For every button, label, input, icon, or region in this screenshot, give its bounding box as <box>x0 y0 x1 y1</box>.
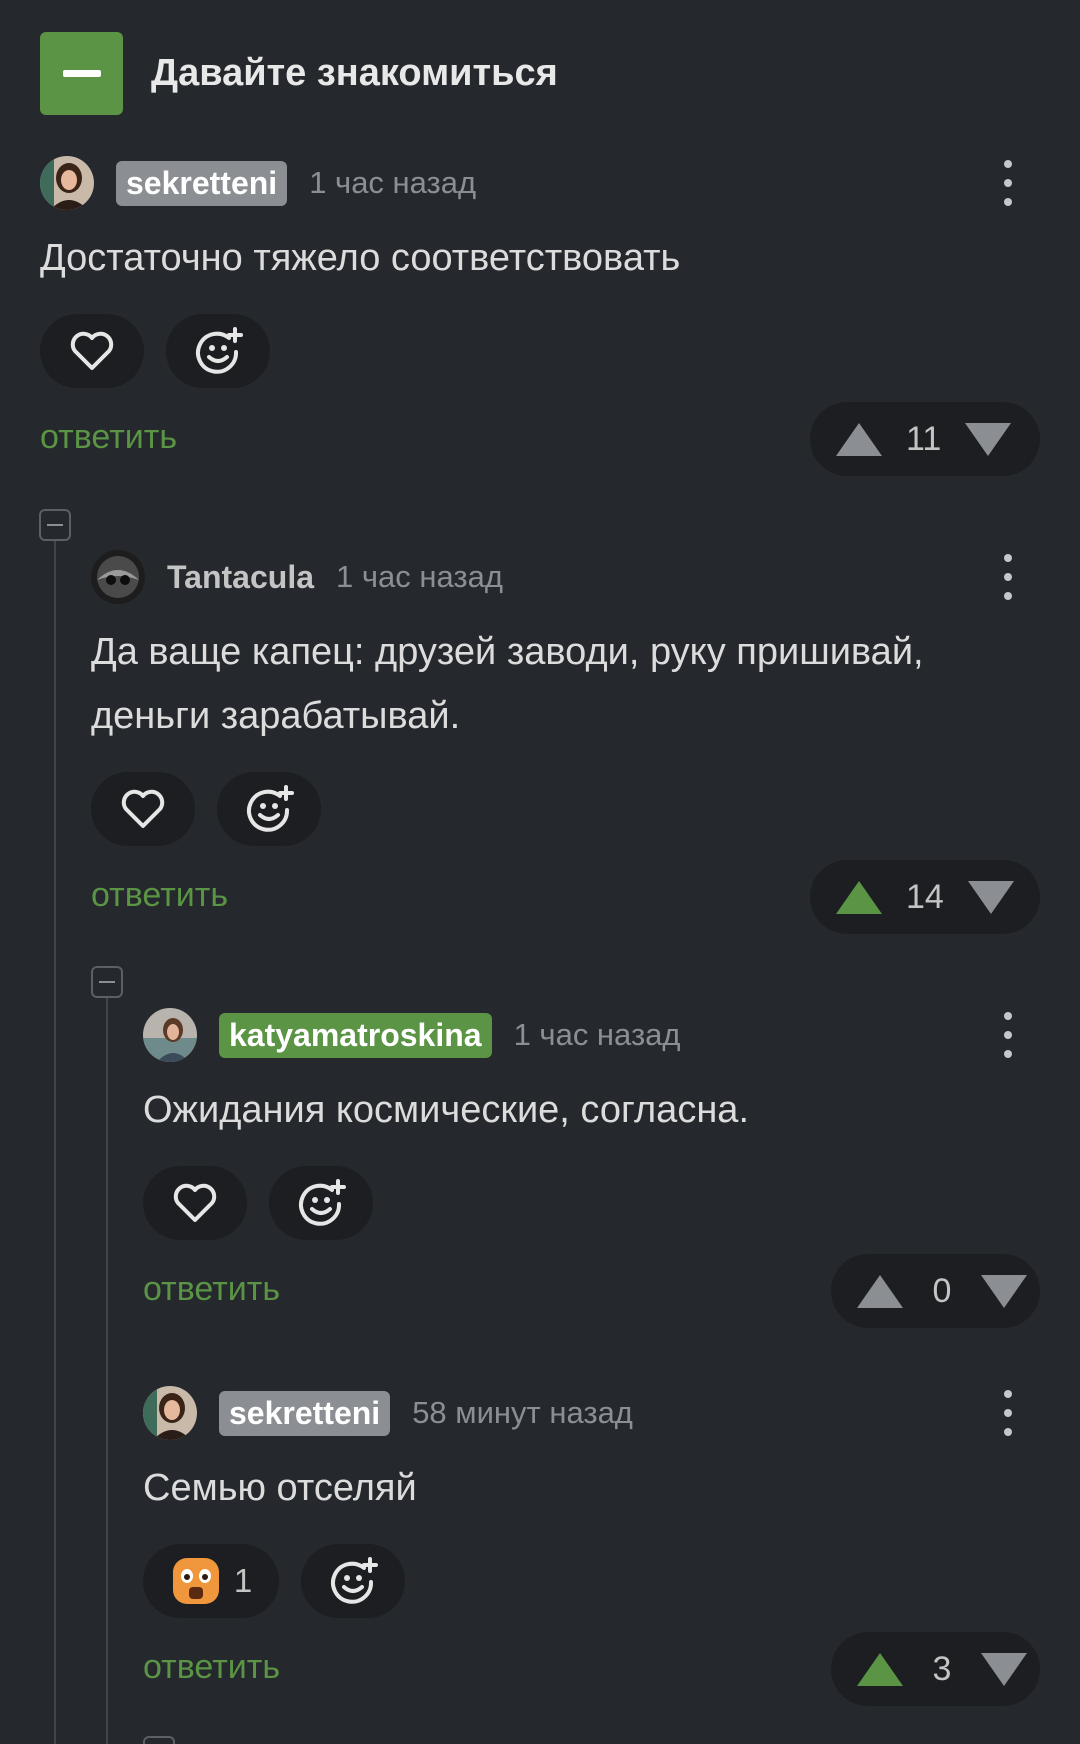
downvote-icon[interactable] <box>981 1652 1027 1686</box>
avatar[interactable] <box>143 1386 197 1440</box>
vote-box: 11 <box>810 402 1040 476</box>
vote-count: 11 <box>906 419 942 458</box>
reply-link[interactable]: ответить <box>40 418 177 457</box>
kebab-menu-icon[interactable] <box>998 1012 1018 1058</box>
heart-icon <box>121 789 165 828</box>
vote-count: 14 <box>906 877 944 916</box>
add-emoji-icon <box>299 1179 346 1226</box>
comment-time: 58 минут назад <box>412 1395 633 1430</box>
post-title: Давайте знакомиться <box>151 52 558 94</box>
add-reaction-button[interactable] <box>166 314 270 388</box>
comment: sekretteni 1 час назад Достаточно тяжело… <box>40 156 1040 476</box>
upvote-icon[interactable] <box>857 1274 903 1308</box>
add-reaction-button[interactable] <box>269 1166 373 1240</box>
like-button[interactable] <box>91 772 195 846</box>
vote-box: 0 <box>831 1254 1040 1328</box>
minus-icon <box>47 524 63 526</box>
comment-header: sekretteni 58 минут назад <box>143 1386 1040 1440</box>
avatar[interactable] <box>143 1008 197 1062</box>
comment-footer: ответить 11 <box>40 402 1040 476</box>
minus-icon <box>99 981 115 983</box>
comment-time: 1 час назад <box>336 559 503 594</box>
kebab-menu-icon[interactable] <box>998 1390 1018 1436</box>
upvote-icon[interactable] <box>857 1652 903 1686</box>
reply-link[interactable]: ответить <box>91 876 228 915</box>
comment-footer: ответить 0 <box>143 1254 1040 1328</box>
comment-time: 1 час назад <box>513 1017 681 1052</box>
comment-text: Ожидания космические, согласна. <box>143 1089 749 1131</box>
like-button[interactable] <box>40 314 144 388</box>
add-emoji-icon <box>247 785 294 832</box>
kebab-menu-icon[interactable] <box>998 554 1018 600</box>
comment-text: Достаточно тяжело соответствовать <box>40 237 681 279</box>
add-emoji-icon <box>331 1557 378 1604</box>
comment: sekretteni 58 минут назад Семью отселяй … <box>143 1386 1040 1706</box>
collapse-post-button[interactable] <box>40 32 123 115</box>
comment-header: katyamatroskina 1 час назад <box>143 1008 1040 1062</box>
vote-count: 0 <box>932 1271 952 1310</box>
downvote-icon[interactable] <box>981 1274 1027 1308</box>
downvote-icon[interactable] <box>965 422 1012 456</box>
thread-line <box>106 996 108 1744</box>
upvote-icon[interactable] <box>836 880 882 914</box>
like-button[interactable] <box>143 1166 247 1240</box>
thread-line <box>54 540 56 1744</box>
collapse-thread-button[interactable] <box>143 1736 175 1744</box>
comments-page: Давайте знакомиться sekretteni 1 час наз… <box>0 0 1080 1744</box>
vote-box: 3 <box>831 1632 1040 1706</box>
post-header: Давайте знакомиться <box>40 32 558 115</box>
reply-link[interactable]: ответить <box>143 1648 280 1687</box>
author-name[interactable]: sekretteni <box>219 1390 391 1436</box>
collapse-thread-button[interactable] <box>91 966 123 998</box>
comment-time: 1 час назад <box>309 165 477 200</box>
minus-icon <box>62 70 101 77</box>
reactions <box>91 772 1040 846</box>
comment-header: sekretteni 1 час назад <box>40 156 1040 210</box>
comment-header: Tantacula 1 час назад <box>91 550 1040 604</box>
heart-icon <box>173 1183 217 1222</box>
reactions: 1 <box>143 1544 1040 1618</box>
comment-footer: ответить 3 <box>143 1632 1040 1706</box>
comment-text: Да ваще капец: друзей заводи, руку приши… <box>91 631 924 737</box>
comment-footer: ответить 14 <box>91 860 1040 934</box>
author-name[interactable]: katyamatroskina <box>219 1012 492 1058</box>
avatar[interactable] <box>40 156 94 210</box>
add-reaction-button[interactable] <box>217 772 321 846</box>
vote-box: 14 <box>810 860 1040 934</box>
comment-text: Семью отселяй <box>143 1467 417 1509</box>
vote-count: 3 <box>932 1649 952 1688</box>
comment: katyamatroskina 1 час назад Ожидания кос… <box>143 1008 1040 1328</box>
reactions <box>143 1166 1040 1240</box>
reactions <box>40 314 1040 388</box>
downvote-icon[interactable] <box>967 880 1014 914</box>
collapse-thread-button[interactable] <box>39 509 71 541</box>
kebab-menu-icon[interactable] <box>998 160 1018 206</box>
avatar[interactable] <box>91 550 145 604</box>
shocked-reaction-button[interactable]: 1 <box>143 1544 279 1618</box>
shocked-emoji-icon <box>172 1558 219 1604</box>
add-reaction-button[interactable] <box>301 1544 405 1618</box>
upvote-icon[interactable] <box>836 422 882 456</box>
author-name[interactable]: sekretteni <box>116 160 288 206</box>
comment: Tantacula 1 час назад Да ваще капец: дру… <box>91 550 1040 934</box>
reply-link[interactable]: ответить <box>143 1270 280 1309</box>
heart-icon <box>70 331 114 370</box>
reaction-count: 1 <box>233 1562 253 1599</box>
add-emoji-icon <box>196 327 243 374</box>
author-name[interactable]: Tantacula <box>167 555 314 600</box>
